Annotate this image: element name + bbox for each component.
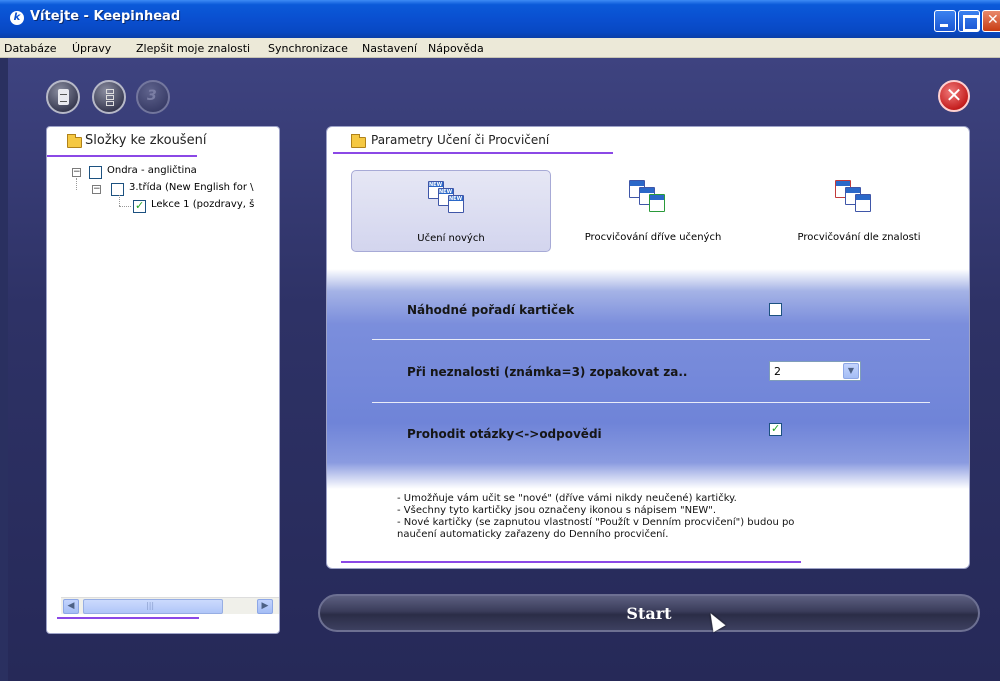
close-circle-icon[interactable]: ✕	[938, 80, 970, 112]
mode-learn-new[interactable]: Učení nových	[351, 170, 551, 252]
new-cards-icon	[428, 181, 468, 213]
tree-item-label[interactable]: Lekce 1 (pozdravy, š	[151, 199, 254, 210]
start-button-label: Start	[626, 604, 672, 623]
tree-expander[interactable]: −	[72, 168, 81, 177]
mode-practice-learned-label: Procvičování dříve učených	[584, 232, 722, 243]
help-line: - Nové kartičky (se zapnutou vlastností …	[397, 517, 795, 528]
mode-practice-knowledge-label: Procvičování dle znalosti	[797, 232, 921, 243]
number-3-button[interactable]: 3	[136, 80, 170, 114]
window-border	[0, 58, 8, 681]
panel-underline	[57, 617, 199, 619]
option-separator	[372, 339, 930, 340]
panel-underline	[341, 561, 801, 563]
tree-checkbox[interactable]	[89, 166, 102, 179]
parameters-panel-title: Parametry Učení či Procvičení	[371, 133, 550, 147]
repeat-after-select[interactable]: 2 ▼	[769, 361, 861, 381]
window-close-button[interactable]	[982, 10, 1000, 32]
tree-item-label[interactable]: Ondra - angličtina	[107, 165, 197, 176]
options-band	[327, 269, 969, 489]
mode-practice-knowledge[interactable]: Procvičování dle znalosti	[759, 170, 959, 252]
knowledge-cards-icon	[835, 180, 875, 212]
help-line: - Umožňuje vám učit se "nové" (dříve vám…	[397, 493, 737, 504]
random-order-label: Náhodné pořadí kartiček	[407, 303, 575, 317]
folders-panel: Složky ke zkoušení − Ondra - angličtina …	[46, 126, 280, 634]
repeat-after-value: 2	[774, 365, 781, 378]
folders-panel-header: Složky ke zkoušení	[47, 127, 279, 157]
horizontal-scrollbar[interactable]: ◀ ▶	[61, 597, 279, 614]
parameters-panel: Parametry Učení či Procvičení Učení nový…	[326, 126, 970, 569]
swap-label: Prohodit otázky<->odpovědi	[407, 427, 602, 441]
tree-expander[interactable]: −	[92, 185, 101, 194]
option-separator	[372, 402, 930, 403]
help-line: - Všechny tyto kartičky jsou označeny ik…	[397, 505, 717, 516]
mode-learn-new-label: Učení nových	[417, 233, 485, 244]
menu-napoveda[interactable]: Nápověda	[428, 42, 484, 55]
tree-line	[119, 195, 120, 206]
mode-selector: Učení nových Procvičování dříve učených …	[327, 155, 969, 285]
help-line: naučení automaticky zařazeny do Denního …	[397, 529, 669, 540]
menu-nastaveni[interactable]: Nastavení	[362, 42, 417, 55]
tree-checkbox[interactable]	[111, 183, 124, 196]
menu-upravy[interactable]: Úpravy	[72, 42, 111, 55]
menu-zlepsit[interactable]: Zlepšit moje znalosti	[136, 42, 250, 55]
practice-cards-icon	[629, 180, 669, 212]
window-title: Vítejte - Keepinhead	[30, 9, 181, 24]
mode-practice-learned[interactable]: Procvičování dříve učených	[553, 170, 753, 252]
menu-databaze[interactable]: Databáze	[4, 42, 57, 55]
menu-synchronizace[interactable]: Synchronizace	[268, 42, 348, 55]
title-bar: k Vítejte - Keepinhead	[0, 0, 1000, 38]
number-3-icon: 3	[147, 88, 157, 104]
chevron-down-icon[interactable]: ▼	[843, 363, 859, 379]
maximize-button[interactable]	[958, 10, 980, 32]
start-button[interactable]: Start	[318, 594, 980, 632]
random-order-checkbox[interactable]	[769, 303, 782, 316]
header-underline	[47, 155, 197, 157]
app-icon: k	[10, 11, 24, 25]
folder-icon	[351, 134, 366, 148]
document-button[interactable]	[46, 80, 80, 114]
tree-checkbox[interactable]	[133, 199, 146, 213]
folders-panel-title: Složky ke zkoušení	[85, 133, 207, 148]
swap-checkbox[interactable]	[769, 422, 782, 436]
tree-line	[119, 206, 131, 207]
header-underline	[333, 152, 613, 154]
scroll-right-button[interactable]: ▶	[257, 599, 273, 614]
menu-bar: Databáze Úpravy Zlepšit moje znalosti Sy…	[0, 38, 1000, 58]
minimize-button[interactable]	[934, 10, 956, 32]
tree-line	[76, 178, 77, 190]
document-icon	[58, 89, 69, 105]
scroll-left-button[interactable]: ◀	[63, 599, 79, 614]
folder-icon	[67, 134, 82, 148]
repeat-after-label: Při neznalosti (známka=3) zopakovat za..	[407, 365, 688, 379]
card-stack-button[interactable]	[92, 80, 126, 114]
scroll-thumb[interactable]	[83, 599, 223, 614]
tree-item-label[interactable]: 3.třída (New English for \	[129, 182, 253, 193]
mode-description: - Umožňuje vám učit se "nové" (dříve vám…	[397, 493, 794, 541]
